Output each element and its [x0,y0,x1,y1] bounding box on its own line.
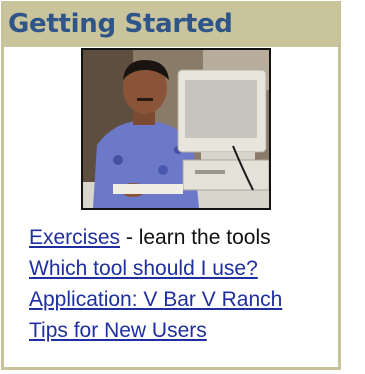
application-link[interactable]: Application: V Bar V Ranch [29,288,282,311]
links-list: Exercises - learn the tools Which tool s… [29,222,339,346]
list-item: Application: V Bar V Ranch [29,284,339,315]
list-item: Which tool should I use? [29,253,339,284]
man-at-computer-photo [81,48,271,210]
panel-header: Getting Started [4,1,338,47]
panel-title: Getting Started [8,9,233,39]
exercises-description: - learn the tools [120,226,271,249]
list-item: Exercises - learn the tools [29,222,339,253]
which-tool-link[interactable]: Which tool should I use? [29,257,258,280]
exercises-link[interactable]: Exercises [29,226,120,249]
list-item: Tips for New Users [29,315,339,346]
tips-link[interactable]: Tips for New Users [29,319,207,342]
